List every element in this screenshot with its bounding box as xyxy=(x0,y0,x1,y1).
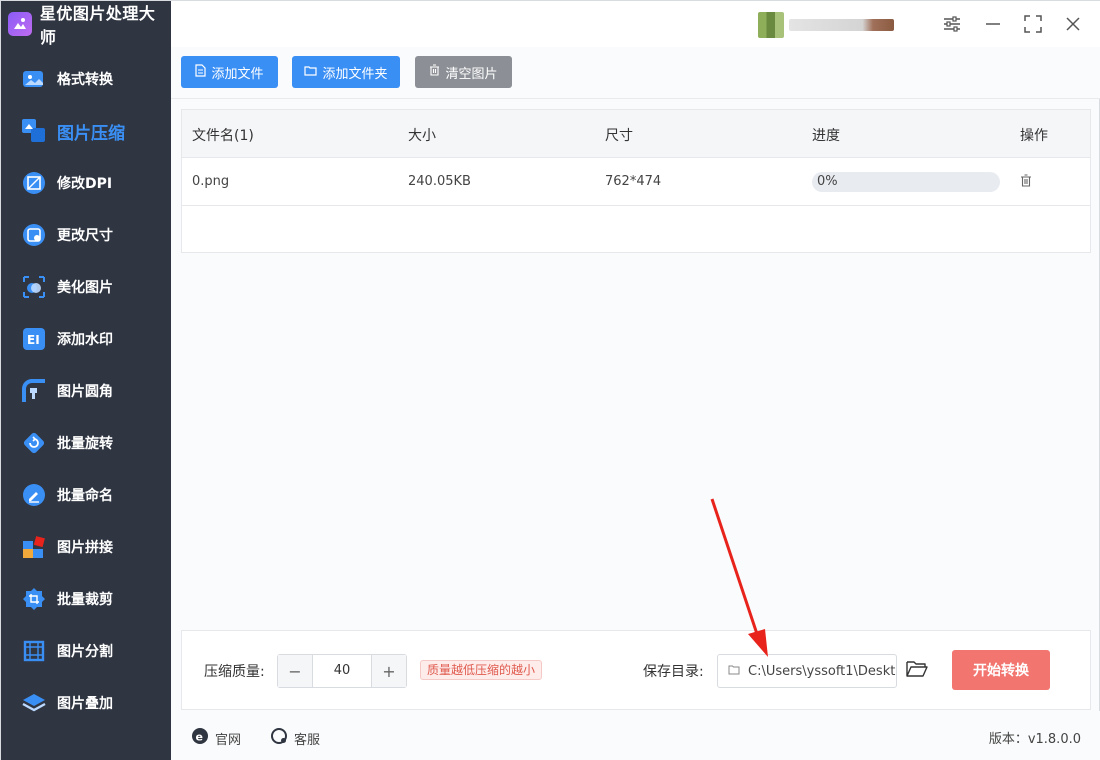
clear-images-button[interactable]: 清空图片 xyxy=(415,56,512,88)
sidebar-item-resize[interactable]: 更改尺寸 xyxy=(1,209,171,261)
progress-text: 0% xyxy=(817,174,838,189)
sidebar-item-split[interactable]: 图片分割 xyxy=(1,625,171,677)
quality-stepper: − 40 + xyxy=(277,654,407,688)
puzzle-icon xyxy=(21,534,47,560)
start-convert-button[interactable]: 开始转换 xyxy=(952,650,1050,690)
folder-outline-icon xyxy=(728,664,740,679)
add-folder-button[interactable]: 添加文件夹 xyxy=(292,56,400,88)
ie-browser-icon: e xyxy=(191,727,209,749)
toolbar: 添加文件 添加文件夹 清空图片 xyxy=(171,47,1100,99)
username-blurred xyxy=(789,19,894,31)
quality-increase-button[interactable]: + xyxy=(372,655,406,687)
add-folder-label: 添加文件夹 xyxy=(322,66,388,82)
quality-label: 压缩质量: xyxy=(204,664,265,680)
crop-icon xyxy=(21,586,47,612)
quality-hint-badge: 质量越低压缩的越小 xyxy=(420,660,543,680)
file-table: 文件名(1) 大小 尺寸 进度 操作 0.png 240.05KB 762*47… xyxy=(181,109,1091,253)
sidebar-nav: 格式转换 图片压缩 修改DPI 更改尺寸 美化图片 EI 添加水印 图片圆角 批… xyxy=(1,53,171,729)
dpi-icon xyxy=(21,170,47,196)
sidebar-item-label: 修改DPI xyxy=(57,176,113,192)
support-link[interactable]: 客服 xyxy=(270,727,320,749)
file-icon xyxy=(195,63,207,81)
app-title: 星优图片处理大师 xyxy=(39,4,156,47)
quality-input[interactable]: 40 xyxy=(312,655,372,687)
settings-panel: 压缩质量: − 40 + 质量越低压缩的越小 保存目录: C:\Users\ys… xyxy=(181,630,1091,710)
trash-icon xyxy=(429,64,440,80)
chat-support-icon xyxy=(270,727,288,749)
file-name: 0.png xyxy=(192,174,230,189)
website-label: 官网 xyxy=(215,732,242,748)
watermark-icon: EI xyxy=(21,326,47,352)
settings-sliders-icon[interactable] xyxy=(939,11,965,37)
add-file-label: 添加文件 xyxy=(211,66,264,82)
column-header-action: 操作 xyxy=(1020,128,1048,144)
brand: 星优图片处理大师 xyxy=(1,1,171,47)
app-logo-icon xyxy=(8,12,32,36)
layers-icon xyxy=(21,690,47,716)
column-header-size: 大小 xyxy=(408,128,436,144)
footer: e 官网 客服 版本：v1.8.0.0 xyxy=(171,711,1100,760)
browse-folder-icon[interactable] xyxy=(906,660,928,682)
rounded-corner-icon xyxy=(21,378,47,404)
column-header-filename: 文件名(1) xyxy=(192,128,254,144)
split-icon xyxy=(21,638,47,664)
sidebar-item-label: 批量裁剪 xyxy=(57,592,113,608)
sidebar-item-label: 图片分割 xyxy=(57,644,113,660)
image-compress-icon xyxy=(21,118,47,144)
add-file-button[interactable]: 添加文件 xyxy=(181,56,278,88)
sidebar-item-label: 批量旋转 xyxy=(57,436,113,452)
progress-bar: 0% xyxy=(812,172,1000,192)
table-header: 文件名(1) 大小 尺寸 进度 操作 xyxy=(182,110,1090,158)
sidebar-item-rotate[interactable]: 批量旋转 xyxy=(1,417,171,469)
save-dir-label: 保存目录: xyxy=(643,664,704,680)
quality-decrease-button[interactable]: − xyxy=(278,655,312,687)
rename-icon xyxy=(21,482,47,508)
sidebar-item-format-convert[interactable]: 格式转换 xyxy=(1,53,171,105)
sidebar-item-crop[interactable]: 批量裁剪 xyxy=(1,573,171,625)
maximize-icon[interactable] xyxy=(1020,11,1046,37)
svg-text:EI: EI xyxy=(27,333,40,347)
sidebar-item-dpi[interactable]: 修改DPI xyxy=(1,157,171,209)
sidebar-item-layers[interactable]: 图片叠加 xyxy=(1,677,171,729)
resize-icon xyxy=(21,222,47,248)
save-dir-path: C:\Users\yssoft1\Deskt xyxy=(748,663,896,679)
sidebar-item-label: 图片压缩 xyxy=(57,123,125,144)
minimize-icon[interactable] xyxy=(980,11,1006,37)
website-link[interactable]: e 官网 xyxy=(191,727,241,749)
column-header-dimensions: 尺寸 xyxy=(605,128,633,144)
sidebar-item-rounded-corner[interactable]: 图片圆角 xyxy=(1,365,171,417)
sidebar-item-label: 格式转换 xyxy=(57,72,113,88)
save-dir-field[interactable]: C:\Users\yssoft1\Deskt xyxy=(717,654,897,688)
app-window: 星优图片处理大师 格式转换 图片压缩 修改DPI 更改尺寸 美化图片 EI 添加… xyxy=(0,0,1100,760)
sidebar-item-image-compress[interactable]: 图片压缩 xyxy=(1,105,171,157)
svg-text:e: e xyxy=(196,731,203,744)
sidebar: 星优图片处理大师 格式转换 图片压缩 修改DPI 更改尺寸 美化图片 EI 添加… xyxy=(1,1,171,760)
table-row[interactable]: 0.png 240.05KB 762*474 0% xyxy=(182,158,1090,206)
column-header-progress: 进度 xyxy=(812,128,840,144)
close-icon[interactable] xyxy=(1060,11,1086,37)
version-text: 版本：v1.8.0.0 xyxy=(988,732,1081,747)
sidebar-item-label: 图片叠加 xyxy=(57,696,113,712)
folder-icon xyxy=(304,65,318,80)
sidebar-item-label: 美化图片 xyxy=(57,280,113,296)
title-bar xyxy=(171,1,1100,47)
sidebar-item-label: 更改尺寸 xyxy=(57,228,113,244)
clear-images-label: 清空图片 xyxy=(445,66,498,82)
sidebar-item-label: 图片圆角 xyxy=(57,384,113,400)
sidebar-item-label: 添加水印 xyxy=(57,332,113,348)
sidebar-item-rename[interactable]: 批量命名 xyxy=(1,469,171,521)
sidebar-item-beautify[interactable]: 美化图片 xyxy=(1,261,171,313)
sidebar-item-label: 图片拼接 xyxy=(57,540,113,556)
file-size: 240.05KB xyxy=(408,174,471,189)
rotate-icon xyxy=(21,430,47,456)
avatar[interactable] xyxy=(758,12,784,38)
delete-icon[interactable] xyxy=(1020,174,1032,191)
sidebar-item-label: 批量命名 xyxy=(57,488,113,504)
support-label: 客服 xyxy=(294,732,321,748)
image-convert-icon xyxy=(21,66,47,92)
file-dimensions: 762*474 xyxy=(605,174,662,189)
sidebar-item-watermark[interactable]: EI 添加水印 xyxy=(1,313,171,365)
beautify-icon xyxy=(21,274,47,300)
sidebar-item-puzzle[interactable]: 图片拼接 xyxy=(1,521,171,573)
